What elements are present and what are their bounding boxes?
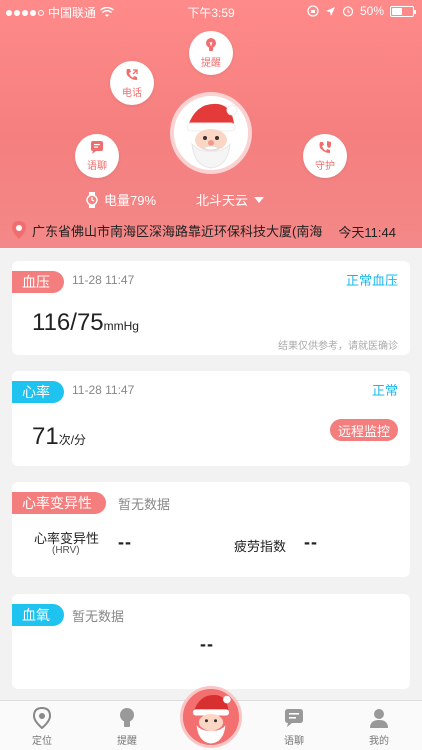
alarm-icon (342, 6, 354, 17)
heart-rate-card[interactable]: 心率 11-28 11:47 正常 71次/分 远程监控 (12, 371, 410, 466)
guard-label: 守护 (315, 161, 335, 172)
tab-remind-label: 提醒 (117, 736, 137, 747)
battery-icon (390, 5, 416, 17)
voice-chat-label: 语聊 (87, 161, 107, 172)
watch-icon (86, 191, 98, 208)
blood-oxygen-no-data: 暂无数据 (72, 609, 125, 624)
address-time: 今天11:44 (338, 225, 396, 240)
remind-label: 提醒 (201, 58, 221, 69)
location-pin-icon (12, 221, 26, 239)
santa-avatar-icon (174, 96, 248, 170)
heart-rate-tag: 心率 (12, 381, 64, 403)
hrv-card[interactable]: 心率变异性 暂无数据 心率变异性 (HRV) -- 疲劳指数 -- (12, 482, 410, 577)
diastolic-value: 75 (76, 309, 104, 336)
tab-location[interactable]: 定位 (12, 707, 72, 747)
guard-button[interactable]: 守护 (303, 134, 347, 178)
fatigue-value: -- (304, 532, 318, 552)
device-selector[interactable]: 北斗天云 (196, 190, 265, 209)
blood-pressure-tag: 血压 (12, 271, 64, 293)
bulb-icon (120, 708, 134, 727)
tab-remind[interactable]: 提醒 (97, 707, 157, 747)
user-icon (370, 709, 388, 728)
chevron-down-icon (254, 196, 265, 203)
tab-voice-chat-label: 语聊 (284, 736, 304, 747)
chat-bubble-icon (285, 709, 303, 727)
disclaimer-note: 结果仅供参考，请就医确诊 (278, 341, 398, 352)
tab-mine[interactable]: 我的 (349, 707, 409, 747)
location-arrow-icon (325, 6, 335, 16)
address-text: 广东省佛山市南海区深海路靠近环保科技大厦(南海... (32, 223, 322, 239)
hrv-label-sub: (HRV) (52, 545, 80, 556)
hrv-no-data: 暂无数据 (118, 497, 171, 512)
center-avatar-button[interactable] (180, 686, 242, 748)
call-label: 电话 (122, 88, 142, 99)
tab-mine-label: 我的 (369, 736, 389, 747)
hrv-tag: 心率变异性 (12, 492, 106, 514)
heart-rate-number: 71 (32, 423, 59, 450)
tab-location-label: 定位 (32, 736, 52, 747)
voice-chat-button[interactable]: 语聊 (75, 134, 119, 178)
heart-rate-value: 71次/分 (32, 423, 86, 451)
phone-shield-icon (319, 141, 331, 153)
heart-rate-unit: 次/分 (58, 433, 87, 447)
battery-percent: 50% (359, 4, 384, 18)
hrv-value: -- (118, 532, 132, 552)
blood-pressure-value: 116/75mmHg (32, 309, 139, 337)
lock-rotation-icon (307, 5, 319, 17)
blood-pressure-card[interactable]: 血压 11-28 11:47 正常血压 116/75mmHg 结果仅供参考，请就… (12, 261, 410, 355)
power-label: 电量79% (104, 193, 157, 208)
santa-avatar-icon (183, 689, 239, 745)
blood-oxygen-tag: 血氧 (12, 604, 64, 626)
heart-rate-status: 正常 (371, 383, 398, 398)
blood-pressure-unit: mmHg (103, 319, 139, 333)
remind-button[interactable]: 提醒 (189, 31, 233, 75)
status-bar: 中国联通 下午3:59 50% (0, 0, 422, 22)
avatar[interactable] (170, 92, 252, 174)
phone-icon (126, 69, 138, 80)
battery-status: 电量79% (86, 190, 156, 209)
blood-pressure-time: 11-28 11:47 (72, 273, 135, 287)
bulb-icon (206, 38, 216, 51)
blood-oxygen-value: -- (200, 634, 214, 654)
remote-monitor-button[interactable]: 远程监控 (329, 419, 398, 441)
systolic-value: 116 (32, 309, 71, 336)
blood-oxygen-card[interactable]: 血氧 暂无数据 -- (12, 594, 410, 689)
battery-fill (392, 7, 402, 15)
bp-separator: / (70, 309, 77, 336)
heart-rate-time: 11-28 11:47 (72, 383, 135, 397)
tab-voice-chat[interactable]: 语聊 (264, 707, 324, 747)
call-button[interactable]: 电话 (110, 61, 154, 105)
location-bar[interactable]: 广东省佛山市南海区深海路靠近环保科技大厦(南海... 今天11:44 (0, 216, 422, 244)
status-right: 50% (307, 4, 416, 18)
device-name: 北斗天云 (196, 193, 249, 208)
location-pin-icon (32, 707, 52, 729)
header: 中国联通 下午3:59 50% 电话 提醒 语聊 守护 电量79% 北斗天云 广… (0, 0, 422, 248)
fatigue-label: 疲劳指数 (234, 539, 287, 554)
chat-bubble-icon (91, 141, 103, 154)
blood-pressure-status: 正常血压 (345, 273, 398, 288)
